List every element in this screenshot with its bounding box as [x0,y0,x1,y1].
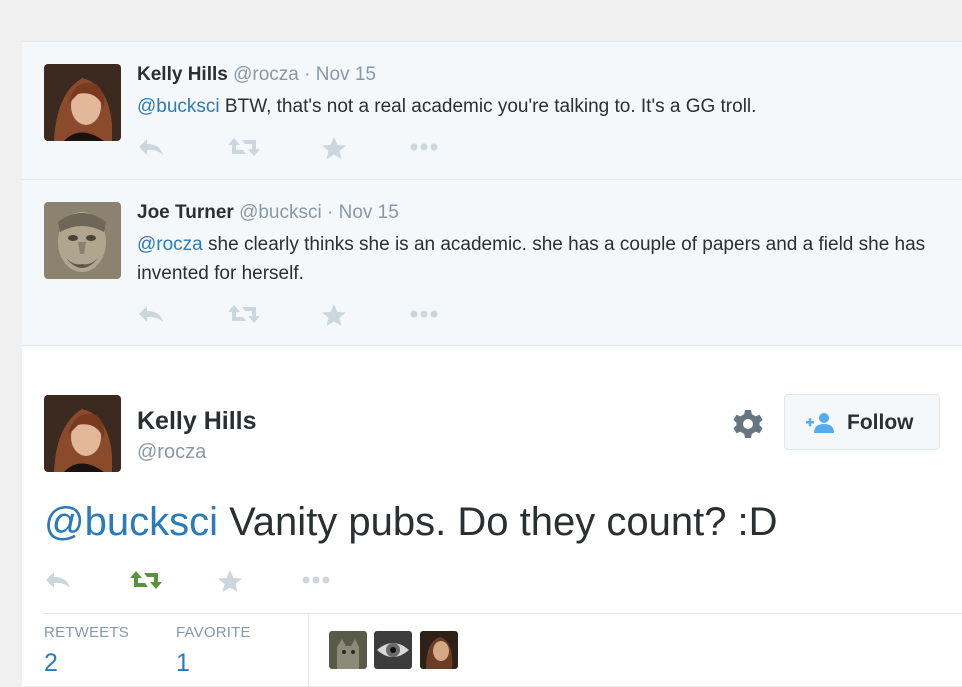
retweet-button[interactable] [227,136,261,160]
mention-link[interactable]: @rocza [137,234,203,255]
mention-link[interactable]: @bucksci [44,500,218,544]
author-handle[interactable]: @rocza [233,64,299,85]
retweets-count: 2 [44,649,58,677]
follow-button[interactable]: Follow [784,394,940,450]
engager-avatar[interactable] [420,631,458,669]
reply-button[interactable] [44,568,78,594]
star-icon [322,137,346,159]
retweet-button[interactable] [227,303,261,327]
main-tweet-text: @bucksci Vanity pubs. Do they count? :D [44,497,778,547]
reply-button[interactable] [137,136,171,160]
tweet-stats: RETWEETS 2 FAVORITE 1 [44,613,962,687]
tweet-text: @rocza she clearly thinks she is an acad… [137,230,947,288]
settings-button[interactable] [732,408,764,440]
mention-link[interactable]: @bucksci [137,96,220,117]
reply-icon [139,306,163,322]
favorites-stat[interactable]: FAVORITE 1 [176,624,251,678]
more-icon [302,576,330,584]
main-author-name[interactable]: Kelly Hills [137,407,257,436]
retweets-stat[interactable]: RETWEETS 2 [44,624,129,678]
star-icon [218,570,242,592]
retweet-icon [130,571,162,589]
reply-tweet[interactable]: Kelly Hills @rocza · Nov 15 @bucksci BTW… [22,42,962,180]
add-user-icon [806,413,834,433]
favorite-button[interactable] [321,136,355,160]
reply-icon [46,572,70,588]
tweet-card: Kelly Hills @rocza · Nov 15 @bucksci BTW… [22,41,962,687]
retweet-icon [228,305,260,323]
tweet-date[interactable]: Nov 15 [316,64,376,85]
gear-icon [733,410,763,438]
more-button[interactable] [299,568,333,594]
tweet-body: Vanity pubs. Do they count? :D [217,500,778,544]
reply-icon [139,139,163,155]
avatar[interactable] [44,202,121,279]
engager-avatar[interactable] [374,631,412,669]
follow-label: Follow [847,411,914,434]
more-icon [410,143,438,151]
main-author-handle[interactable]: @rocza [137,441,206,464]
tweet-text: @bucksci BTW, that's not a real academic… [137,92,947,121]
favorite-button[interactable] [217,568,251,594]
tweet-date[interactable]: Nov 15 [339,202,399,223]
reply-header: Kelly Hills @rocza · Nov 15 [137,64,376,86]
reply-button[interactable] [137,303,171,327]
reply-tweet[interactable]: Joe Turner @bucksci · Nov 15 @rocza she … [22,180,962,346]
favorites-label: FAVORITE [176,624,251,641]
more-button[interactable] [407,136,441,160]
more-icon [410,310,438,318]
favorites-count: 1 [176,649,190,677]
separator: · [304,64,311,85]
stats-divider [308,614,309,687]
separator: · [327,202,334,223]
engager-avatar[interactable] [329,631,367,669]
retweets-label: RETWEETS [44,624,129,641]
author-name[interactable]: Joe Turner [137,202,234,223]
reply-header: Joe Turner @bucksci · Nov 15 [137,202,399,224]
tweet-body: BTW, that's not a real academic you're t… [219,96,757,117]
star-icon [322,304,346,326]
retweet-button[interactable] [129,568,163,594]
avatar[interactable] [44,64,121,141]
tweet-body: she clearly thinks she is an academic. s… [137,234,926,284]
retweet-icon [228,138,260,156]
more-button[interactable] [407,303,441,327]
main-avatar[interactable] [44,395,121,472]
author-handle[interactable]: @bucksci [239,202,322,223]
author-name[interactable]: Kelly Hills [137,64,228,85]
favorite-button[interactable] [321,303,355,327]
